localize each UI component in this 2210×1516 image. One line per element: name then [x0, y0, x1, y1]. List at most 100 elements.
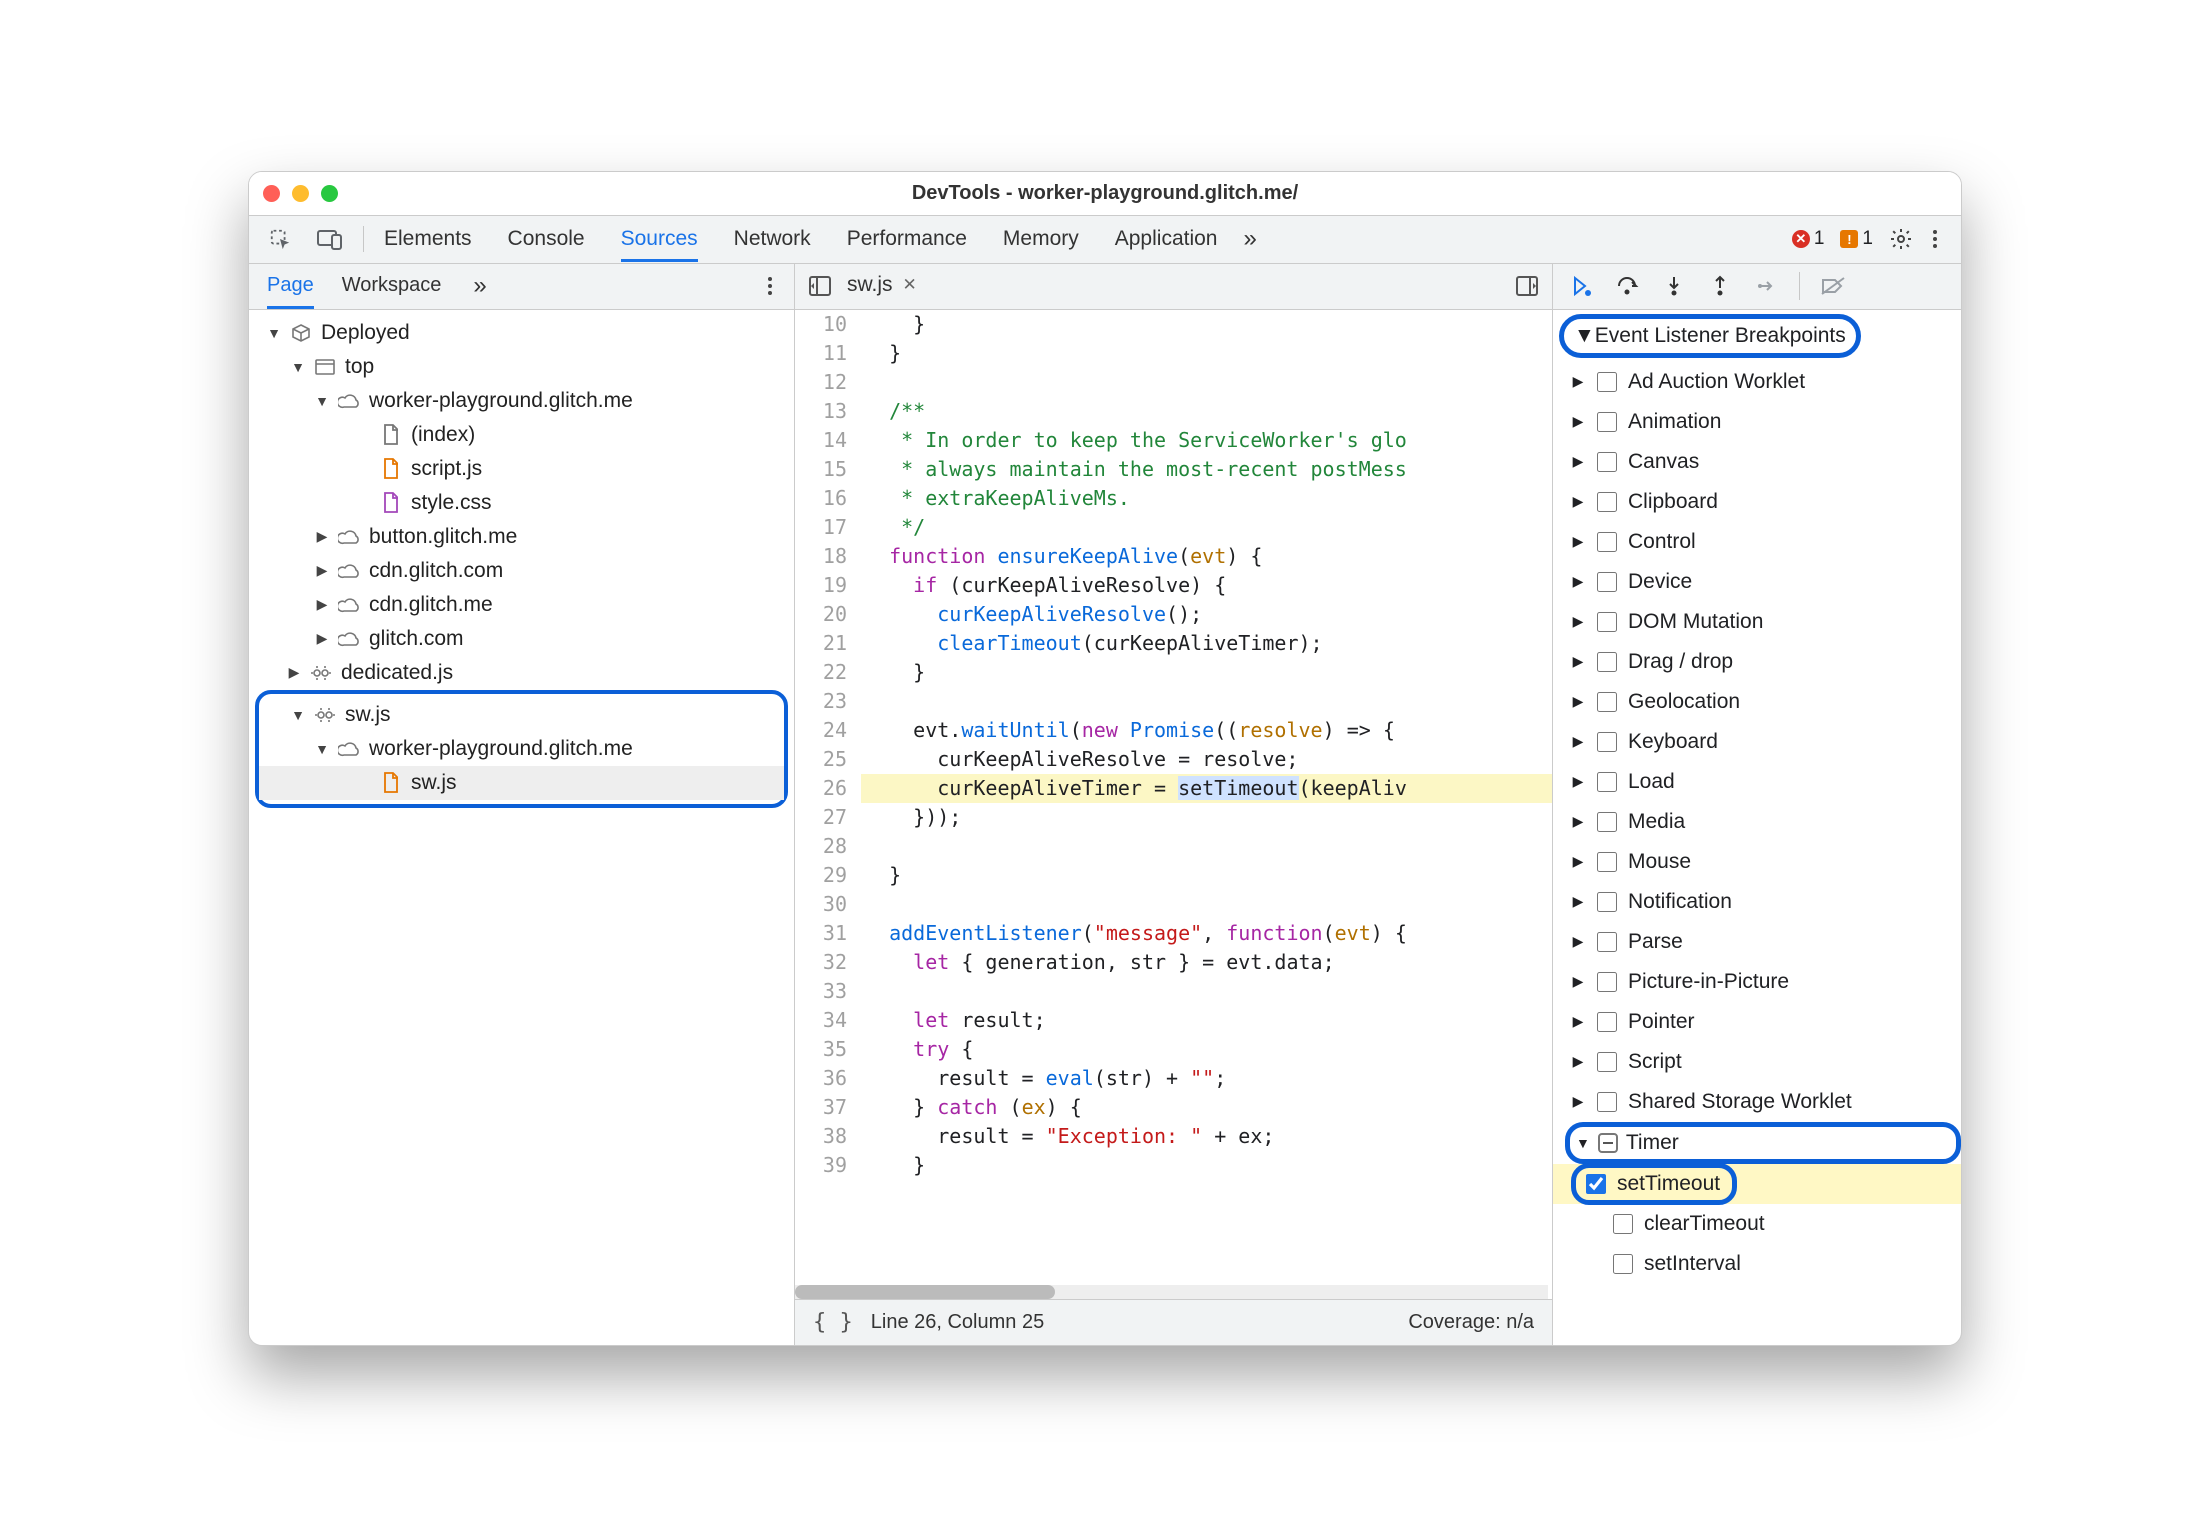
main-tab-performance[interactable]: Performance [847, 216, 967, 262]
evt-category-dom-mutation[interactable]: ▶ DOM Mutation [1553, 602, 1961, 642]
checkbox-icon[interactable] [1597, 532, 1617, 552]
checkbox-icon[interactable] [1586, 1174, 1606, 1194]
evt-category-clipboard[interactable]: ▶ Clipboard [1553, 482, 1961, 522]
tree-top[interactable]: top [249, 350, 794, 384]
code-line-32[interactable]: 32 let { generation, str } = evt.data; [795, 948, 1552, 977]
checkbox-icon[interactable] [1597, 972, 1617, 992]
code-line-30[interactable]: 30 [795, 890, 1552, 919]
evt-category-animation[interactable]: ▶ Animation [1553, 402, 1961, 442]
close-icon[interactable] [263, 185, 280, 202]
close-tab-icon[interactable]: ✕ [903, 275, 917, 295]
checkbox-icon[interactable] [1597, 612, 1617, 632]
tree-sw-root[interactable]: sw.js [259, 698, 784, 732]
evt-category-geolocation[interactable]: ▶ Geolocation [1553, 682, 1961, 722]
code-line-17[interactable]: 17 */ [795, 513, 1552, 542]
evt-category-script[interactable]: ▶ Script [1553, 1042, 1961, 1082]
kebab-menu-icon[interactable] [1929, 226, 1941, 252]
checkbox-icon[interactable] [1597, 732, 1617, 752]
evt-category-canvas[interactable]: ▶ Canvas [1553, 442, 1961, 482]
nav-kebab-icon[interactable] [764, 273, 776, 299]
tree-domain-1[interactable]: cdn.glitch.com [249, 554, 794, 588]
code-line-28[interactable]: 28 [795, 832, 1552, 861]
code-line-23[interactable]: 23 [795, 687, 1552, 716]
checkbox-icon[interactable] [1613, 1214, 1633, 1234]
code-line-27[interactable]: 27 })); [795, 803, 1552, 832]
code-line-36[interactable]: 36 result = eval(str) + ""; [795, 1064, 1552, 1093]
code-line-14[interactable]: 14 * In order to keep the ServiceWorker'… [795, 426, 1552, 455]
checkbox-icon[interactable] [1597, 812, 1617, 832]
checkbox-icon[interactable] [1597, 492, 1617, 512]
code-line-15[interactable]: 15 * always maintain the most-recent pos… [795, 455, 1552, 484]
tree-file-scriptjs[interactable]: script.js [249, 452, 794, 486]
checkbox-icon[interactable] [1597, 452, 1617, 472]
main-tab-application[interactable]: Application [1115, 216, 1218, 262]
inspect-element-icon[interactable] [269, 228, 291, 250]
maximize-icon[interactable] [321, 185, 338, 202]
checkbox-indeterminate-icon[interactable] [1598, 1133, 1618, 1153]
checkbox-icon[interactable] [1597, 892, 1617, 912]
event-breakpoints-list[interactable]: ▶ Ad Auction Worklet ▶ Animation ▶ Canva… [1553, 362, 1961, 1345]
evt-category-keyboard[interactable]: ▶ Keyboard [1553, 722, 1961, 762]
evt-category-mouse[interactable]: ▶ Mouse [1553, 842, 1961, 882]
main-tab-network[interactable]: Network [734, 216, 811, 262]
code-line-18[interactable]: 18 function ensureKeepAlive(evt) { [795, 542, 1552, 571]
evt-category-shared-storage-worklet[interactable]: ▶ Shared Storage Worklet [1553, 1082, 1961, 1122]
tree-sw-domain[interactable]: worker-playground.glitch.me [259, 732, 784, 766]
code-line-26[interactable]: 26 curKeepAliveTimer = setTimeout(keepAl… [795, 774, 1552, 803]
nav-tab-workspace[interactable]: Workspace [342, 264, 442, 309]
nav-tab-page[interactable]: Page [267, 264, 314, 309]
code-view[interactable]: 10 } 11 } 12 13 /** 14 * In order to kee… [795, 310, 1552, 1190]
tree-deployed[interactable]: Deployed [249, 316, 794, 350]
code-line-19[interactable]: 19 if (curKeepAliveResolve) { [795, 571, 1552, 600]
error-badge[interactable]: ✕ 1 [1792, 228, 1825, 250]
file-tree[interactable]: Deployed top worker-playground.glitch.me… [249, 310, 794, 1345]
toggle-debugger-icon[interactable] [1512, 276, 1542, 296]
step-icon[interactable] [1753, 273, 1779, 299]
evt-category-drag-drop[interactable]: ▶ Drag / drop [1553, 642, 1961, 682]
code-line-39[interactable]: 39 } [795, 1151, 1552, 1180]
tree-domain-main[interactable]: worker-playground.glitch.me [249, 384, 794, 418]
code-line-38[interactable]: 38 result = "Exception: " + ex; [795, 1122, 1552, 1151]
file-tab-swjs[interactable]: sw.js ✕ [835, 264, 929, 309]
checkbox-icon[interactable] [1597, 372, 1617, 392]
evt-category-device[interactable]: ▶ Device [1553, 562, 1961, 602]
tree-domain-0[interactable]: button.glitch.me [249, 520, 794, 554]
code-line-29[interactable]: 29 } [795, 861, 1552, 890]
tree-file-stylecss[interactable]: style.css [249, 486, 794, 520]
code-line-31[interactable]: 31 addEventListener("message", function(… [795, 919, 1552, 948]
code-line-13[interactable]: 13 /** [795, 397, 1552, 426]
checkbox-icon[interactable] [1597, 692, 1617, 712]
main-tab-console[interactable]: Console [508, 216, 585, 262]
warning-badge[interactable]: ! 1 [1840, 228, 1873, 250]
evt-category-parse[interactable]: ▶ Parse [1553, 922, 1961, 962]
nav-more-icon[interactable] [473, 272, 486, 300]
evt-category-picture-in-picture[interactable]: ▶ Picture-in-Picture [1553, 962, 1961, 1002]
evt-category-media[interactable]: ▶ Media [1553, 802, 1961, 842]
main-tab-memory[interactable]: Memory [1003, 216, 1079, 262]
more-tabs-icon[interactable] [1243, 225, 1256, 253]
code-line-33[interactable]: 33 [795, 977, 1552, 1006]
evt-category-notification[interactable]: ▶ Notification [1553, 882, 1961, 922]
checkbox-icon[interactable] [1597, 932, 1617, 952]
tree-dedicated[interactable]: dedicated.js [249, 656, 794, 690]
evt-category-control[interactable]: ▶ Control [1553, 522, 1961, 562]
horizontal-scrollbar[interactable] [795, 1285, 1548, 1299]
main-tab-sources[interactable]: Sources [621, 216, 698, 262]
tree-file-index[interactable]: (index) [249, 418, 794, 452]
code-line-25[interactable]: 25 curKeepAliveResolve = resolve; [795, 745, 1552, 774]
deactivate-breakpoints-icon[interactable] [1820, 273, 1846, 299]
checkbox-icon[interactable] [1597, 1052, 1617, 1072]
tree-domain-3[interactable]: glitch.com [249, 622, 794, 656]
evt-item-settimeout[interactable]: setTimeout [1553, 1164, 1961, 1204]
checkbox-icon[interactable] [1597, 412, 1617, 432]
step-over-icon[interactable] [1615, 273, 1641, 299]
code-line-35[interactable]: 35 try { [795, 1035, 1552, 1064]
checkbox-icon[interactable] [1613, 1254, 1633, 1274]
tree-sw-file[interactable]: sw.js [259, 766, 784, 800]
checkbox-icon[interactable] [1597, 572, 1617, 592]
code-line-22[interactable]: 22 } [795, 658, 1552, 687]
checkbox-icon[interactable] [1597, 652, 1617, 672]
checkbox-icon[interactable] [1597, 1012, 1617, 1032]
toggle-navigator-icon[interactable] [805, 276, 835, 296]
checkbox-icon[interactable] [1597, 1092, 1617, 1112]
